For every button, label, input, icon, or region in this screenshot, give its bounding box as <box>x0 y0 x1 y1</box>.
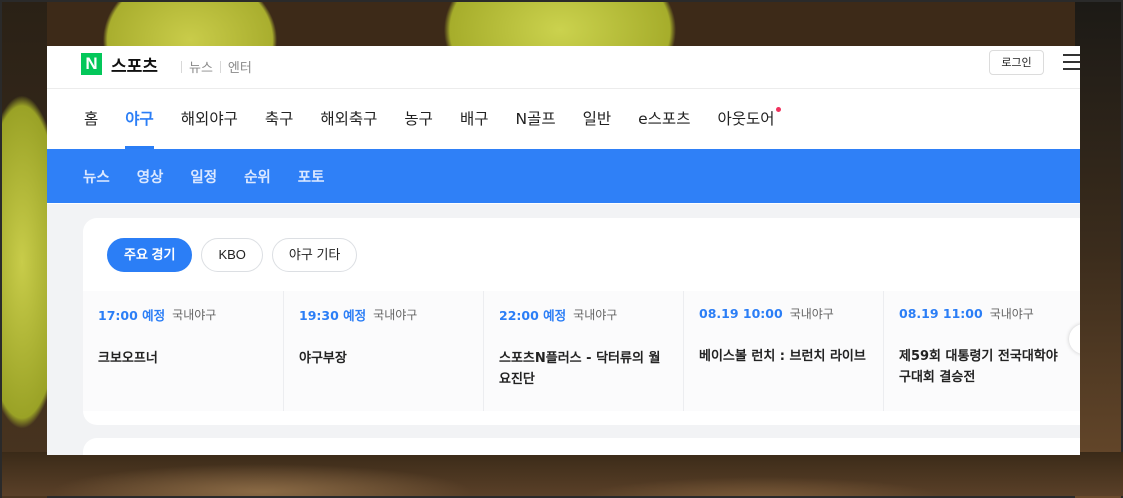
game-league: 국내야구 <box>172 308 217 322</box>
game-league: 국내야구 <box>573 308 618 322</box>
tab-basketball[interactable]: 농구 <box>404 89 433 149</box>
background-photo-right <box>1075 2 1121 498</box>
game-league: 국내야구 <box>989 307 1034 321</box>
game-title: 베이스볼 런치 : 브런치 라이브 <box>699 349 866 364</box>
login-button[interactable]: 로그인 <box>989 50 1044 75</box>
game-schedule-card: 주요 경기 KBO 야구 기타 17:00 예정 국내야구 크보오프너 19:3… <box>83 218 1080 425</box>
game-time: 08.19 10:00 <box>699 306 783 321</box>
game-league: 국내야구 <box>373 308 418 322</box>
game-meta: 22:00 예정 국내야구 <box>499 305 668 324</box>
game-item[interactable]: 22:00 예정 국내야구 스포츠N플러스 - 닥터류의 월요진단 <box>483 291 683 411</box>
game-time: 08.19 11:00 <box>899 306 983 321</box>
game-title: 야구부장 <box>299 351 347 366</box>
filter-kbo[interactable]: KBO <box>201 238 263 272</box>
tab-golf[interactable]: N골프 <box>515 89 555 149</box>
game-meta: 19:30 예정 국내야구 <box>299 305 468 324</box>
subnav-video[interactable]: 영상 <box>137 166 164 187</box>
brand-title[interactable]: 스포츠 <box>111 52 158 77</box>
game-title: 제59회 대통령기 전국대학야구대회 결승전 <box>899 349 1058 385</box>
subnav-photo[interactable]: 포토 <box>298 166 325 187</box>
game-title: 스포츠N플러스 - 닥터류의 월요진단 <box>499 351 661 387</box>
top-bar: N 스포츠 뉴스 엔터 로그인 <box>47 46 1080 89</box>
game-time: 17:00 예정 <box>98 308 166 323</box>
hamburger-menu-icon[interactable] <box>1063 54 1080 70</box>
main-content: 주요 경기 KBO 야구 기타 17:00 예정 국내야구 크보오프너 19:3… <box>47 204 1080 455</box>
tab-esports[interactable]: e스포츠 <box>638 89 690 149</box>
new-dot-icon <box>775 107 781 112</box>
tab-overseas-baseball[interactable]: 해외야구 <box>181 89 238 149</box>
tab-outdoor[interactable]: 아웃도어 <box>717 89 781 149</box>
game-time: 22:00 예정 <box>499 308 567 323</box>
tab-volleyball[interactable]: 배구 <box>460 89 489 149</box>
divider <box>219 60 221 73</box>
tab-home[interactable]: 홈 <box>84 89 98 149</box>
tab-overseas-soccer[interactable]: 해외축구 <box>320 89 377 149</box>
game-meta: 08.19 11:00 국내야구 <box>899 305 1068 322</box>
divider <box>181 60 182 73</box>
baseball-subnav: 뉴스 영상 일정 순위 포토 <box>47 149 1080 203</box>
game-title: 크보오프너 <box>98 351 158 366</box>
game-item[interactable]: 17:00 예정 국내야구 크보오프너 <box>83 291 283 411</box>
tab-baseball[interactable]: 야구 <box>125 89 154 149</box>
sports-page: N 스포츠 뉴스 엔터 로그인 홈 야구 해외야구 축구 해외축구 농구 배구 … <box>47 46 1080 455</box>
subnav-schedule[interactable]: 일정 <box>190 166 217 187</box>
game-list: 17:00 예정 국내야구 크보오프너 19:30 예정 국내야구 야구부장 2… <box>83 291 1080 411</box>
top-link-news[interactable]: 뉴스 <box>189 57 213 76</box>
subnav-ranking[interactable]: 순위 <box>244 166 271 187</box>
filter-chips: 주요 경기 KBO 야구 기타 <box>107 238 366 272</box>
naver-logo-icon[interactable]: N <box>81 53 102 75</box>
top-links: 뉴스 엔터 <box>174 57 252 76</box>
tab-soccer[interactable]: 축구 <box>265 89 294 149</box>
filter-baseball-etc[interactable]: 야구 기타 <box>271 238 358 272</box>
tab-general[interactable]: 일반 <box>583 89 612 149</box>
background-photo-bottom <box>2 452 1123 496</box>
next-section-card <box>83 438 1080 455</box>
tab-outdoor-label: 아웃도어 <box>717 110 775 128</box>
filter-major-games[interactable]: 주요 경기 <box>107 238 193 272</box>
game-meta: 08.19 10:00 국내야구 <box>699 305 868 322</box>
subnav-news[interactable]: 뉴스 <box>83 166 110 187</box>
category-tabs: 홈 야구 해외야구 축구 해외축구 농구 배구 N골프 일반 e스포츠 아웃도어 <box>47 89 1080 149</box>
game-league: 국내야구 <box>789 307 834 321</box>
game-item[interactable]: 19:30 예정 국내야구 야구부장 <box>283 291 483 411</box>
background-photo-left <box>2 2 47 498</box>
game-item[interactable]: 08.19 11:00 국내야구 제59회 대통령기 전국대학야구대회 결승전 <box>883 291 1080 411</box>
game-meta: 17:00 예정 국내야구 <box>98 305 268 324</box>
game-item[interactable]: 08.19 10:00 국내야구 베이스볼 런치 : 브런치 라이브 <box>683 291 883 411</box>
top-link-entertainment[interactable]: 엔터 <box>228 57 252 76</box>
game-time: 19:30 예정 <box>299 308 367 323</box>
